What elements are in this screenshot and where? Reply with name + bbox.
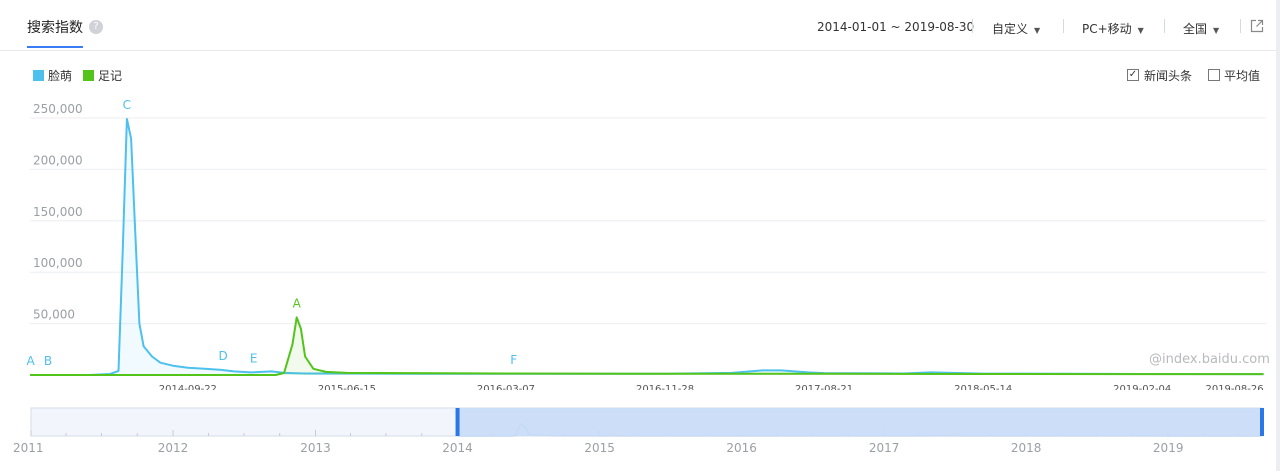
x-tick-label: 2019-08-26 [1205, 384, 1263, 390]
divider [972, 19, 973, 33]
legend-label: 足记 [98, 69, 123, 83]
news-checkbox[interactable]: ✓ [1127, 69, 1139, 81]
external-link-icon[interactable] [1250, 19, 1264, 33]
navigator-year-label: 2013 [300, 441, 331, 455]
navigator-year-label: 2011 [13, 441, 44, 455]
time-range-navigator[interactable]: 2011 2012 2013 2014 2015 2016 2017 2018 2019 [0, 400, 1276, 471]
watermark: @index.baidu.com [1149, 352, 1270, 367]
average-checkbox[interactable] [1208, 69, 1220, 81]
period-select[interactable]: 自定义 ▼ [992, 20, 1040, 37]
search-index-line-chart[interactable]: 50,000 100,000 150,000 200,000 250,000 2014-… [0, 90, 1276, 390]
chevron-down-icon: ▼ [1213, 26, 1220, 35]
y-tick-label: 100,000 [33, 256, 83, 270]
navigator-year-label: 2014 [442, 441, 473, 455]
search-index-panel: 搜索指数 ? 2014-01-01 ~ 2019-08-30 自定义 ▼ PC+移… [0, 0, 1280, 471]
news-marker[interactable]: B [44, 354, 52, 368]
legend-swatch [33, 70, 44, 81]
news-marker[interactable]: A [293, 296, 302, 310]
x-tick-label: 2016-11-28 [636, 384, 694, 390]
navigator-left-handle[interactable] [455, 408, 460, 436]
navigator-year-label: 2016 [726, 441, 757, 455]
navigator-year-label: 2017 [869, 441, 900, 455]
region-select[interactable]: 全国 ▼ [1183, 20, 1219, 37]
navigator-year-label: 2018 [1011, 441, 1042, 455]
x-tick-label: 2014-09-22 [159, 384, 217, 390]
navigator-year-label: 2019 [1153, 441, 1184, 455]
navigator-right-handle[interactable] [1260, 408, 1264, 436]
y-tick-label: 250,000 [33, 102, 83, 116]
navigator-selection[interactable] [457, 408, 1263, 436]
help-icon[interactable]: ? [89, 20, 103, 34]
chevron-down-icon: ▼ [1137, 26, 1144, 35]
x-tick-label: 2019-02-04 [1113, 384, 1171, 390]
region-select-label: 全国 [1183, 22, 1208, 36]
news-marker[interactable]: A [26, 354, 35, 368]
y-tick-label: 200,000 [33, 153, 83, 167]
x-tick-label: 2015-06-15 [318, 384, 376, 390]
legend-swatch [83, 70, 94, 81]
tab-search-index[interactable]: 搜索指数 [27, 17, 83, 37]
divider [1063, 19, 1064, 33]
period-select-label: 自定义 [992, 22, 1029, 36]
news-marker[interactable]: D [219, 349, 228, 363]
legend-label: 脸萌 [48, 69, 73, 83]
series-area-1 [30, 317, 1264, 375]
news-marker[interactable]: C [123, 98, 131, 112]
news-label[interactable]: 新闻头条 [1144, 67, 1192, 84]
x-tick-label: 2017-08-21 [795, 384, 853, 390]
series-line-0[interactable] [30, 118, 1264, 376]
news-marker[interactable]: F [510, 353, 517, 367]
news-marker[interactable]: E [250, 351, 258, 365]
divider [1164, 19, 1165, 33]
chevron-down-icon: ▼ [1034, 26, 1041, 35]
navigator-year-label: 2012 [158, 441, 189, 455]
series-area-0 [30, 119, 1264, 375]
legend-item-zuji[interactable]: 足记 [83, 67, 122, 84]
x-tick-label: 2016-03-07 [477, 384, 535, 390]
navigator-year-label: 2015 [584, 441, 615, 455]
device-select[interactable]: PC+移动 ▼ [1082, 20, 1144, 37]
legend-item-lianmeng[interactable]: 脸萌 [33, 67, 72, 84]
device-select-label: PC+移动 [1082, 22, 1132, 36]
divider [1240, 19, 1241, 33]
average-label[interactable]: 平均值 [1224, 67, 1260, 84]
y-tick-label: 50,000 [33, 308, 75, 322]
y-tick-label: 150,000 [33, 205, 83, 219]
active-tab-underline [27, 46, 83, 48]
header-bar: 搜索指数 ? 2014-01-01 ~ 2019-08-30 自定义 ▼ PC+移… [0, 0, 1276, 51]
series-line-1[interactable] [30, 316, 1264, 376]
x-tick-label: 2018-05-14 [954, 384, 1012, 390]
date-range-display[interactable]: 2014-01-01 ~ 2019-08-30 [817, 20, 974, 34]
